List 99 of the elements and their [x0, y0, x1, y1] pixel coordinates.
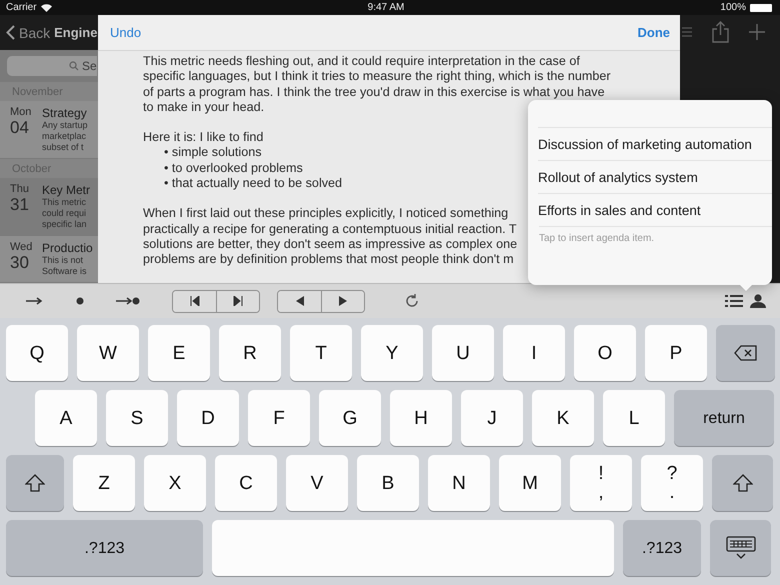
back-chevron-icon[interactable]: [6, 25, 15, 40]
keyboard-key[interactable]: I: [503, 325, 565, 381]
undo-button[interactable]: Undo: [110, 25, 142, 40]
shift-arrow-icon: [732, 474, 752, 492]
arrow-to-dot-icon[interactable]: [116, 297, 140, 305]
keyboard-key[interactable]: G: [319, 390, 381, 446]
popover-hint: Tap to insert agenda item.: [539, 226, 772, 244]
day-label: 04: [10, 118, 30, 138]
keyboard-key[interactable]: M: [499, 455, 561, 511]
keyboard-key[interactable]: W: [77, 325, 139, 381]
note-preview: marketplac: [42, 131, 88, 142]
cursor-left-button[interactable]: [278, 290, 321, 312]
note-text-line: to make in your head.: [143, 100, 264, 116]
keyboard-key[interactable]: P: [645, 325, 707, 381]
bullet-item: • that actually need to be solved: [163, 176, 342, 192]
list-icon[interactable]: [725, 294, 743, 308]
next-item-button[interactable]: [216, 290, 259, 312]
cursor-right-button[interactable]: [321, 290, 364, 312]
keyboard-key[interactable]: V: [286, 455, 348, 511]
symbols-key[interactable]: .?123: [6, 520, 203, 576]
done-button[interactable]: Done: [638, 25, 670, 40]
dot-icon[interactable]: [76, 297, 84, 305]
arrow-right-icon[interactable]: [26, 297, 44, 305]
keyboard-key[interactable]: A: [35, 390, 97, 446]
person-icon[interactable]: [750, 294, 766, 308]
note-preview: Software is: [42, 266, 88, 277]
keyboard-key[interactable]: S: [106, 390, 168, 446]
note-title: Productio: [42, 241, 93, 255]
agenda-item[interactable]: Discussion of marketing automation: [538, 127, 772, 160]
add-icon[interactable]: [749, 24, 765, 40]
keyboard-key[interactable]: Y: [361, 325, 423, 381]
keyboard-key[interactable]: K: [532, 390, 594, 446]
delete-key[interactable]: [716, 325, 775, 381]
wifi-icon: [40, 4, 52, 12]
right-triangle-icon: [339, 296, 347, 306]
return-key[interactable]: return: [674, 390, 774, 446]
note-text-line: solutions are better, they don't seem as impressive as complex one: [143, 236, 518, 252]
note-preview: subset of t: [42, 142, 85, 153]
keyboard-key[interactable]: X: [144, 455, 206, 511]
day-label: 30: [10, 253, 30, 273]
bullet-item: • to overlooked problems: [163, 160, 303, 176]
keyboard-key[interactable]: T: [290, 325, 352, 381]
note-text-line: Here it is: I like to find: [143, 130, 264, 146]
search-icon: [69, 61, 79, 71]
keyboard-key[interactable]: U: [432, 325, 494, 381]
note-title: Strategy: [42, 106, 88, 120]
battery-label: 100%: [720, 2, 746, 13]
weekday-label: Mon: [10, 106, 32, 118]
note-text-line: problems are by definition problems that most people think don't m: [143, 252, 514, 268]
keyboard-key[interactable]: O: [574, 325, 636, 381]
clock-label: 9:47 AM: [368, 2, 404, 13]
note-preview: This is not: [42, 255, 84, 266]
back-button[interactable]: Back: [19, 24, 50, 40]
keyboard-key[interactable]: C: [215, 455, 277, 511]
keyboard-key[interactable]: R: [219, 325, 281, 381]
note-text-line: specific languages, but I think it tries to measure the right thing, which is the number: [143, 69, 611, 85]
battery-icon: [750, 4, 772, 12]
keyboard-key[interactable]: E: [148, 325, 210, 381]
skip-forward-icon: [233, 296, 243, 306]
agenda-item[interactable]: Efforts in sales and content: [538, 193, 772, 226]
keyboard-key[interactable]: L: [603, 390, 665, 446]
keyboard-key[interactable]: B: [357, 455, 419, 511]
weekday-label: Wed: [10, 241, 34, 253]
weekday-label: Thu: [10, 183, 30, 195]
symbols-key[interactable]: .?123: [623, 520, 701, 576]
shift-arrow-icon: [25, 474, 45, 492]
nav-title: Engine: [54, 25, 98, 40]
day-label: 31: [10, 195, 30, 215]
skip-back-icon: [190, 296, 200, 306]
keyboard-key[interactable]: J: [461, 390, 523, 446]
agenda-item[interactable]: Rollout of analytics system: [538, 160, 772, 193]
left-triangle-icon: [296, 296, 304, 306]
note-preview: could requi: [42, 208, 88, 219]
note-preview: Any startup: [42, 120, 88, 131]
note-preview: This metric: [42, 197, 88, 208]
keyboard-key[interactable]: Q: [6, 325, 68, 381]
note-text-line: This metric needs fleshing out, and it could require interpretation in the case of: [143, 54, 580, 70]
backspace-icon: [734, 345, 758, 361]
keyboard-key[interactable]: ? .: [641, 455, 703, 511]
note-title: Key Metr: [42, 183, 90, 197]
keyboard-key[interactable]: Z: [73, 455, 135, 511]
keyboard-key[interactable]: F: [248, 390, 310, 446]
keyboard-icon: [726, 536, 756, 560]
carrier-label: Carrier: [6, 2, 37, 13]
note-list-item[interactable]: Thu 31 Key Metr This metric could requi specific lan: [0, 178, 98, 236]
circular-arrow-icon[interactable]: [405, 294, 419, 308]
search-field[interactable]: Se: [7, 56, 97, 76]
share-icon[interactable]: [712, 21, 729, 43]
keyboard-key[interactable]: D: [177, 390, 239, 446]
hide-keyboard-key[interactable]: [710, 520, 771, 576]
note-preview: specific lan: [42, 219, 88, 230]
keyboard-key[interactable]: ! ,: [570, 455, 632, 511]
previous-item-button[interactable]: [173, 290, 216, 312]
note-text-line: When I first laid out these principles explicitly, I noticed something: [143, 206, 508, 222]
keyboard-key[interactable]: N: [428, 455, 490, 511]
note-text-line: practically a recipe for generating a contemptuous initial reaction. T: [143, 222, 517, 237]
bullet-item: • simple solutions: [163, 145, 262, 161]
keyboard-key[interactable]: H: [390, 390, 452, 446]
note-text-line: of parts a program has. I think the tree you'd draw in this exercise is what you have: [143, 84, 605, 100]
